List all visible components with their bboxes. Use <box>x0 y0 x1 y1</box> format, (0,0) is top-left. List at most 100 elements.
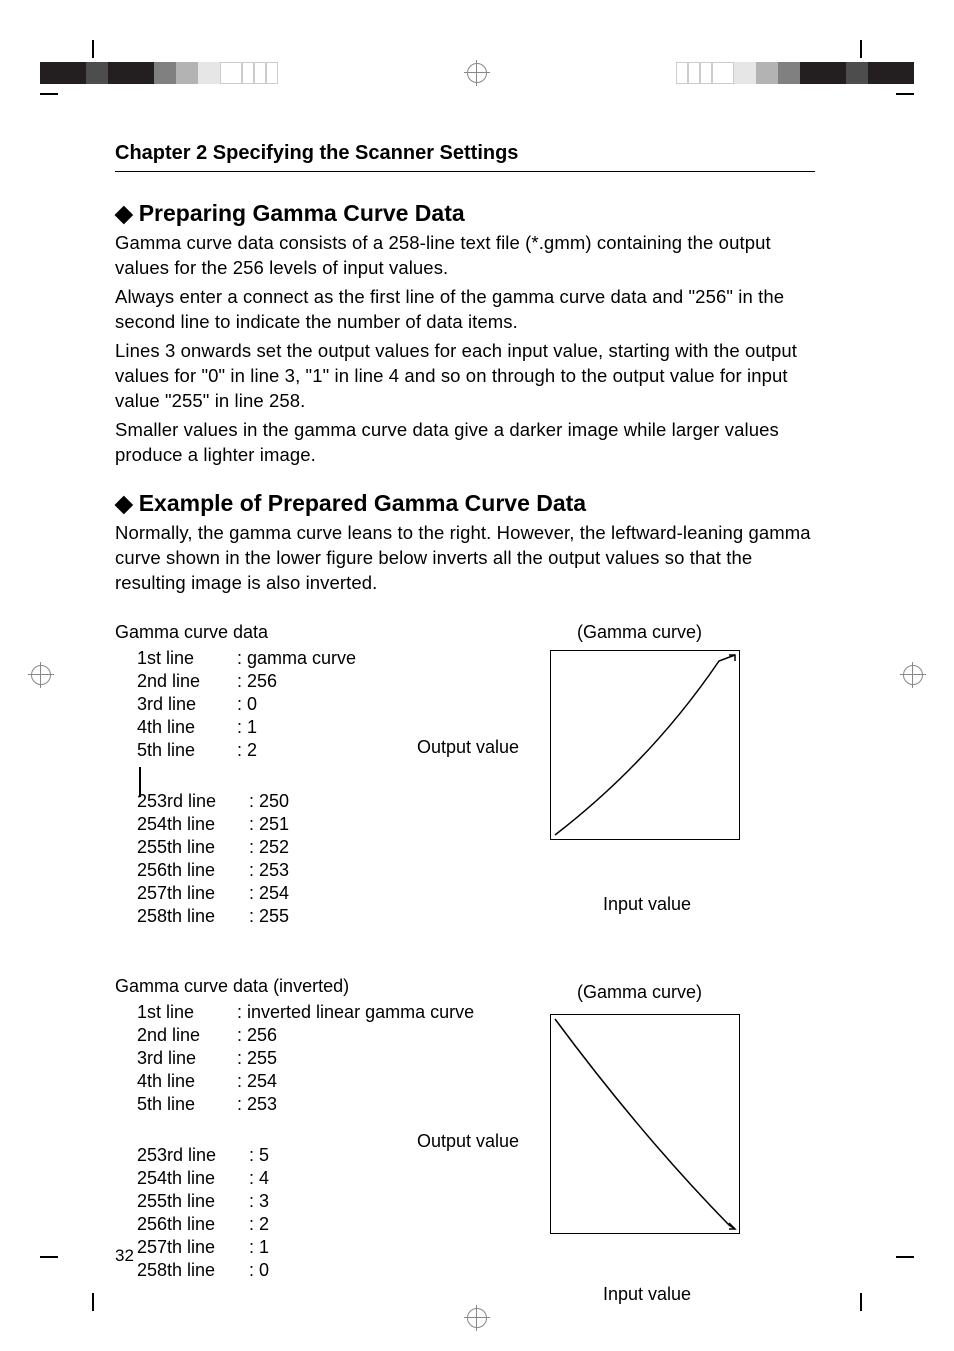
line-key: 257th line <box>137 882 249 905</box>
line-val: 5 <box>259 1144 269 1167</box>
color-bar-left <box>40 62 278 84</box>
crop-mark <box>92 1293 94 1311</box>
page-number: 32 <box>115 1246 134 1266</box>
line-key: 253rd line <box>137 1144 249 1167</box>
colon: : <box>237 716 247 739</box>
line-key: 5th line <box>137 739 237 762</box>
line-key: 258th line <box>137 905 249 928</box>
line-val: 3 <box>259 1190 269 1213</box>
line-key: 254th line <box>137 813 249 836</box>
fig1-graph-box <box>550 650 740 840</box>
fig2-curve <box>551 1015 739 1233</box>
line-val: 255 <box>259 905 289 928</box>
line-val: 254 <box>247 1070 277 1093</box>
line-key: 1st line <box>137 647 237 670</box>
line-val: 256 <box>247 1024 277 1047</box>
crop-mark <box>860 40 862 58</box>
fig2-output-label: Output value <box>417 1131 519 1152</box>
fig2-input-label: Input value <box>603 1284 691 1305</box>
colon: : <box>237 739 247 762</box>
fig2-title: Gamma curve data (inverted) <box>115 976 815 997</box>
line-val: 1 <box>247 716 257 739</box>
colon: : <box>249 1144 259 1167</box>
crop-mark <box>896 1256 914 1258</box>
fig2-graph-box <box>550 1014 740 1234</box>
colon: : <box>237 1093 247 1116</box>
line-val: 1 <box>259 1236 269 1259</box>
line-key: 1st line <box>137 1001 237 1024</box>
line-val: 2 <box>247 739 257 762</box>
colon: : <box>237 1001 247 1024</box>
line-val: inverted linear gamma curve <box>247 1001 474 1024</box>
registration-mark <box>464 60 490 86</box>
colon: : <box>249 1190 259 1213</box>
line-key: 5th line <box>137 1093 237 1116</box>
line-key: 253rd line <box>137 790 249 813</box>
paragraph: Smaller values in the gamma curve data g… <box>115 418 815 468</box>
colon: : <box>249 1259 259 1282</box>
line-val: 2 <box>259 1213 269 1236</box>
section-heading-preparing: ◆Preparing Gamma Curve Data <box>115 200 815 227</box>
line-val: 251 <box>259 813 289 836</box>
line-key: 3rd line <box>137 693 237 716</box>
line-val: 0 <box>259 1259 269 1282</box>
page-content: Chapter 2 Specifying the Scanner Setting… <box>115 142 815 1316</box>
crop-mark <box>92 40 94 58</box>
fig2-curve-label: (Gamma curve) <box>577 982 702 1003</box>
figure-block-1: Gamma curve data 1st line:gamma curve 2n… <box>115 622 815 942</box>
colon: : <box>249 905 259 928</box>
line-key: 255th line <box>137 836 249 859</box>
section-heading-example: ◆Example of Prepared Gamma Curve Data <box>115 490 815 517</box>
line-val: 4 <box>259 1167 269 1190</box>
colon: : <box>249 1167 259 1190</box>
color-bar-right <box>676 62 914 84</box>
paragraph: Lines 3 onwards set the output values fo… <box>115 339 815 414</box>
line-val: 253 <box>247 1093 277 1116</box>
ellipsis-mark <box>139 767 141 797</box>
line-val: 250 <box>259 790 289 813</box>
fig1-output-label: Output value <box>417 737 519 758</box>
colon: : <box>249 1213 259 1236</box>
line-val: 255 <box>247 1047 277 1070</box>
line-key: 4th line <box>137 716 237 739</box>
crop-mark <box>860 1293 862 1311</box>
fig1-curve-label: (Gamma curve) <box>577 622 702 643</box>
colon: : <box>249 790 259 813</box>
heading-text: Preparing Gamma Curve Data <box>139 200 465 226</box>
colon: : <box>249 813 259 836</box>
fig1-curve <box>551 651 739 839</box>
line-val: gamma curve <box>247 647 356 670</box>
title-rule <box>115 171 815 172</box>
line-val: 256 <box>247 670 277 693</box>
registration-mark <box>900 662 926 688</box>
paragraph: Normally, the gamma curve leans to the r… <box>115 521 815 596</box>
line-key: 254th line <box>137 1167 249 1190</box>
line-key: 4th line <box>137 1070 237 1093</box>
line-val: 253 <box>259 859 289 882</box>
colon: : <box>237 693 247 716</box>
diamond-icon: ◆ <box>115 200 133 226</box>
colon: : <box>249 836 259 859</box>
figure-block-2: Gamma curve data (inverted) 1st line:inv… <box>115 976 815 1316</box>
colon: : <box>237 670 247 693</box>
line-val: 0 <box>247 693 257 716</box>
fig1-title: Gamma curve data <box>115 622 815 643</box>
line-key: 258th line <box>137 1259 249 1282</box>
paragraph: Gamma curve data consists of a 258-line … <box>115 231 815 281</box>
line-val: 252 <box>259 836 289 859</box>
diamond-icon: ◆ <box>115 490 133 516</box>
registration-mark <box>28 662 54 688</box>
crop-mark <box>40 93 58 95</box>
fig1-input-label: Input value <box>603 894 691 915</box>
colon: : <box>249 859 259 882</box>
crop-mark <box>40 1256 58 1258</box>
colon: : <box>249 1236 259 1259</box>
line-key: 257th line <box>137 1236 249 1259</box>
colon: : <box>237 647 247 670</box>
line-val: 254 <box>259 882 289 905</box>
colon: : <box>249 882 259 905</box>
line-key: 2nd line <box>137 1024 237 1047</box>
paragraph: Always enter a connect as the first line… <box>115 285 815 335</box>
line-key: 256th line <box>137 1213 249 1236</box>
line-key: 256th line <box>137 859 249 882</box>
